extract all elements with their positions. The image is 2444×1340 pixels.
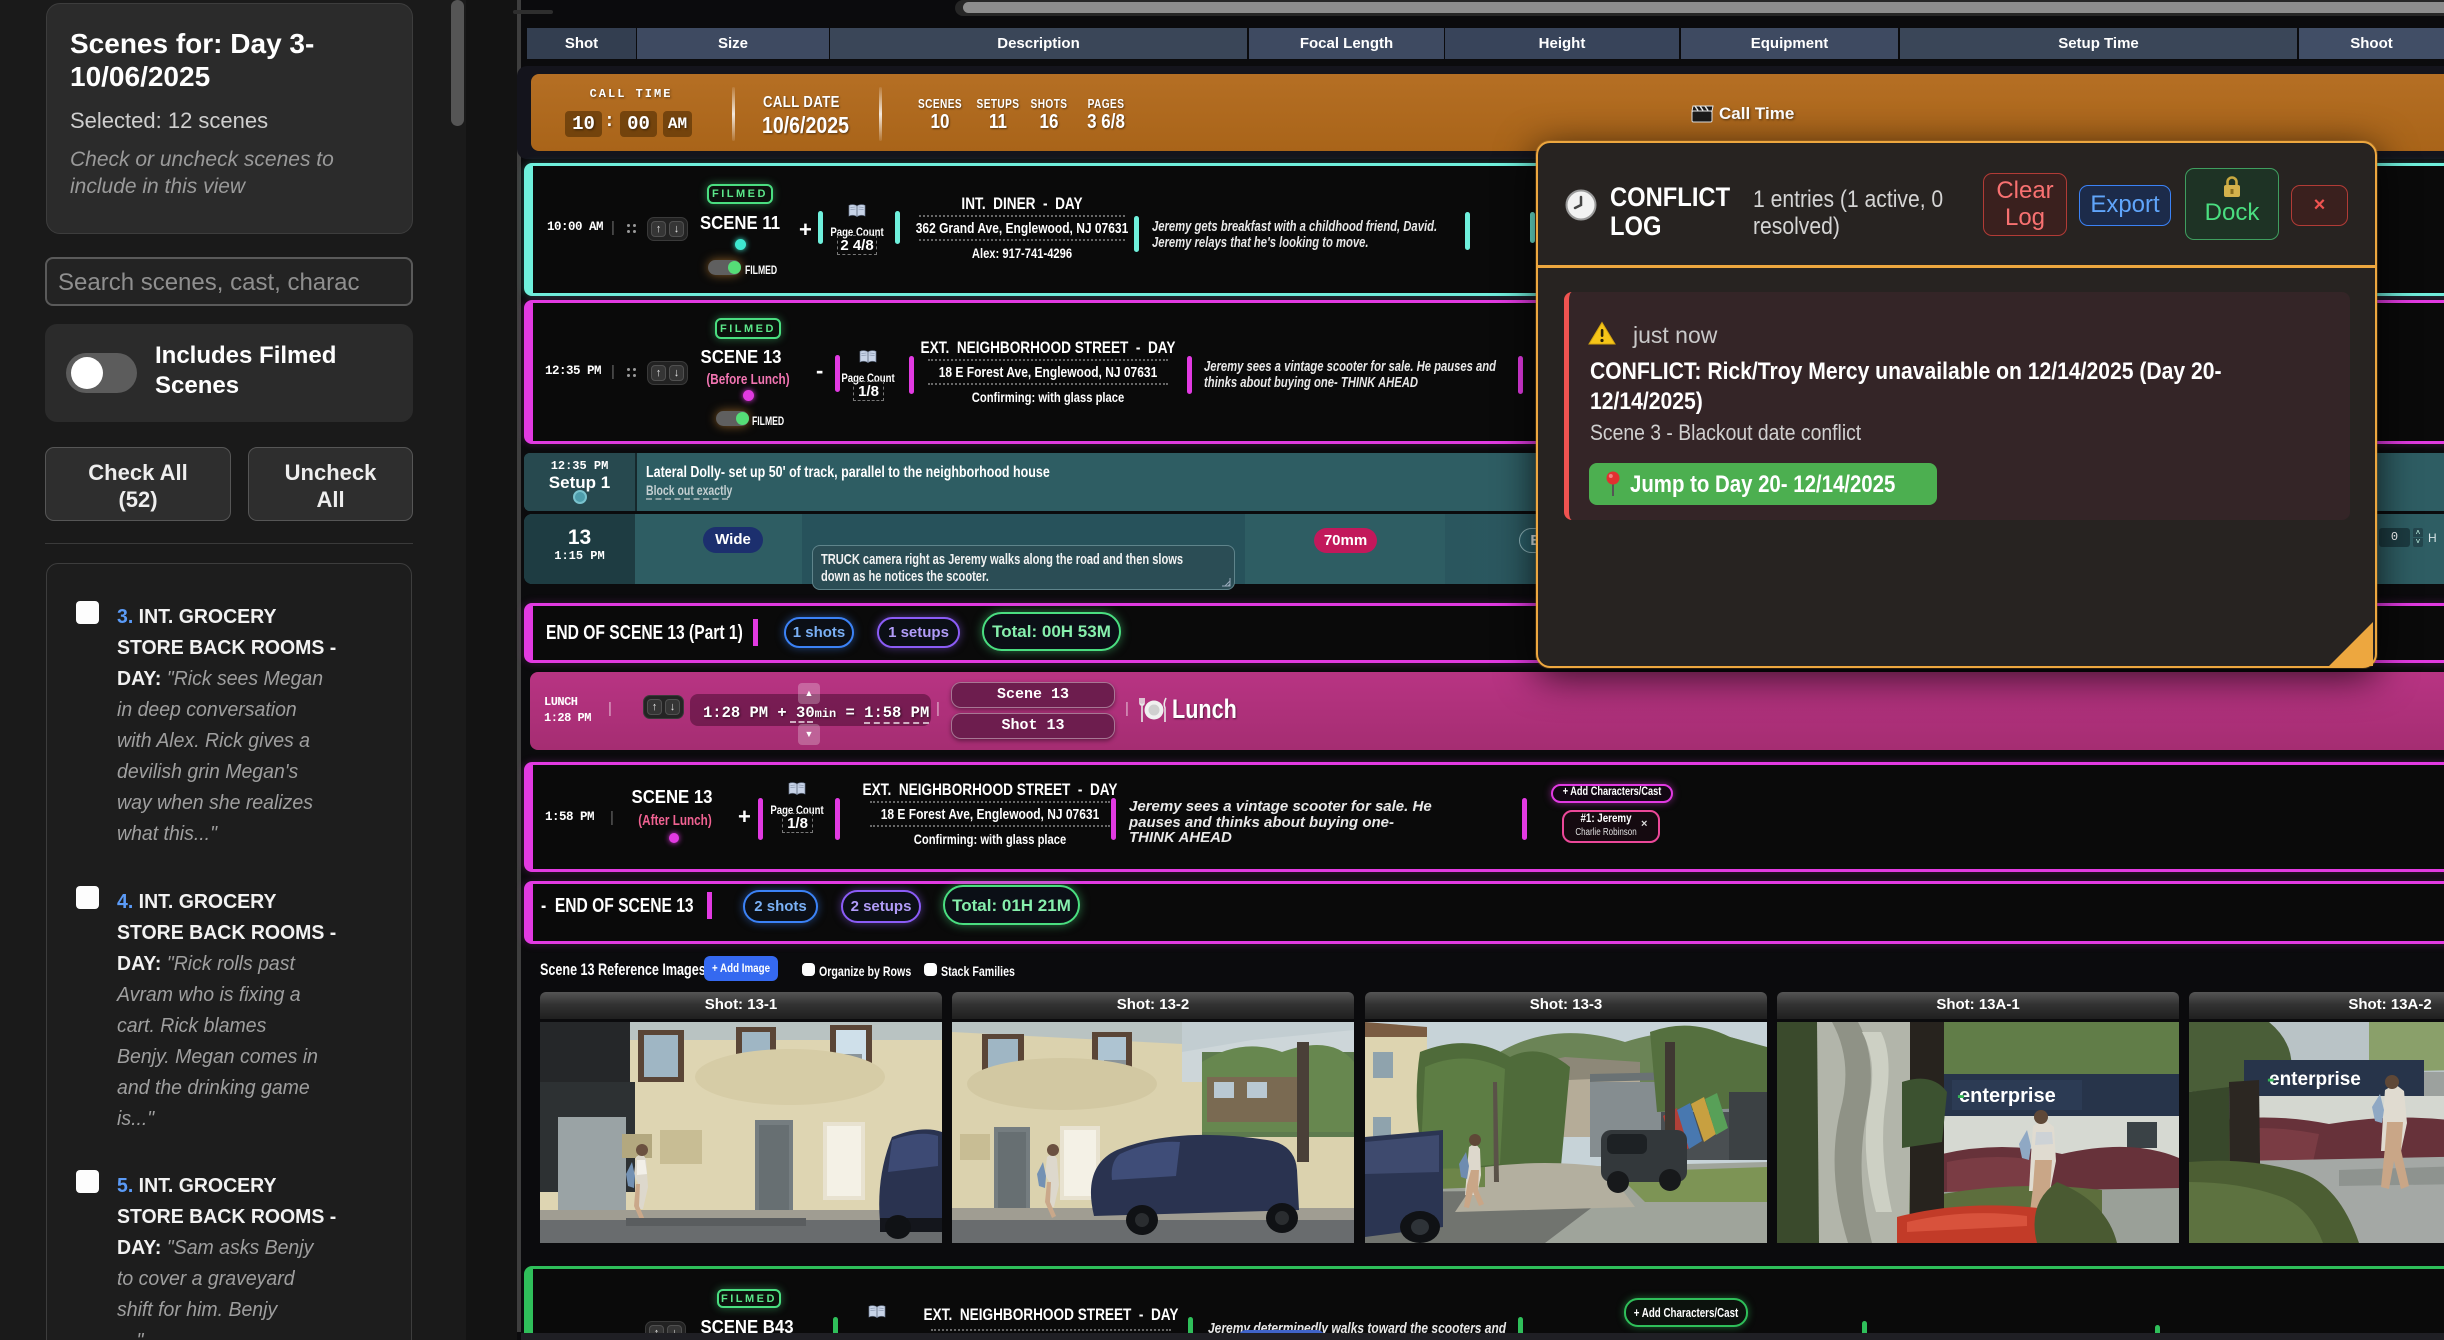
svg-text:-: - xyxy=(1957,1082,1965,1109)
svg-text:enterprise: enterprise xyxy=(2269,1069,2361,1090)
svg-text:-: - xyxy=(2267,1065,2275,1091)
svg-text:enterprise: enterprise xyxy=(1959,1085,2056,1107)
